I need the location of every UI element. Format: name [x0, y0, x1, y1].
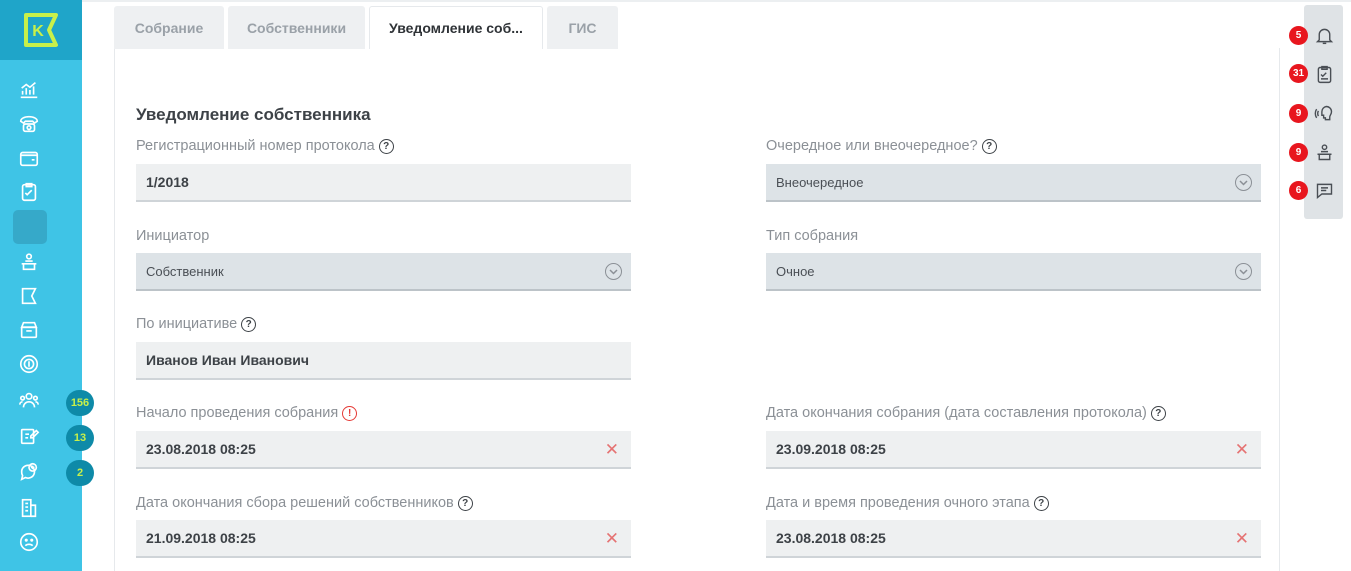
wallet-icon[interactable] — [17, 146, 41, 170]
chat-plus-icon[interactable] — [17, 460, 41, 484]
sidebar-badge-users: 156 — [66, 390, 94, 416]
initiator-select-value: Собственник — [146, 263, 224, 279]
end-label: Дата окончания собрания (дата составлени… — [766, 405, 1166, 421]
initiator-select[interactable]: Собственник — [136, 253, 631, 291]
clear-icon[interactable]: ✕ — [1235, 441, 1249, 458]
meeting-type-label: Тип собрания — [766, 228, 859, 244]
clipboard-check-icon[interactable] — [1313, 63, 1335, 85]
svg-text:K: K — [32, 23, 44, 40]
section-title: Уведомление собственника — [136, 105, 371, 124]
coin-icon[interactable] — [17, 352, 41, 376]
clear-icon[interactable]: ✕ — [605, 530, 619, 547]
archive-icon[interactable] — [17, 318, 41, 342]
help-icon[interactable]: ? — [1150, 405, 1166, 421]
help-icon[interactable]: ? — [1033, 495, 1049, 511]
bell-icon[interactable] — [1313, 24, 1335, 46]
regular-label: Очередное или внеочередное? ? — [766, 138, 997, 154]
error-icon[interactable]: ! — [342, 405, 358, 421]
end-date-input[interactable]: 23.09.2018 08:25 ✕ — [766, 431, 1261, 469]
clipboard-check-icon[interactable] — [17, 180, 41, 204]
edit-note-icon[interactable] — [17, 424, 41, 448]
sidebar-badge-edits: 13 — [66, 425, 94, 451]
logo-icon: K — [24, 13, 58, 47]
voice-assistant-icon[interactable] — [1313, 102, 1335, 124]
top-divider — [82, 0, 1351, 2]
flag-icon[interactable] — [17, 284, 41, 308]
clear-icon[interactable]: ✕ — [605, 441, 619, 458]
phone-icon[interactable] — [17, 112, 41, 136]
content-panel — [114, 48, 1280, 571]
end-date-value: 23.09.2018 08:25 — [776, 441, 886, 457]
reception-badge: 9 — [1289, 143, 1308, 162]
tasks-badge: 31 — [1289, 64, 1308, 83]
users-group-icon[interactable] — [17, 388, 41, 412]
collect-end-value: 21.09.2018 08:25 — [146, 530, 256, 546]
regular-select[interactable]: Внеочередное — [766, 164, 1261, 202]
reception-icon[interactable] — [1313, 141, 1335, 163]
chevron-down-icon — [1235, 263, 1252, 280]
logo[interactable]: K — [0, 0, 82, 60]
by-initiative-label: По инициативе ? — [136, 316, 257, 332]
tab-owner-notification[interactable]: Уведомление соб... — [369, 6, 543, 49]
tab-meeting[interactable]: Собрание — [114, 6, 224, 49]
initiator-label: Инициатор — [136, 228, 210, 244]
reg-number-input[interactable]: 1/2018 — [136, 164, 631, 202]
sidebar-item-active[interactable] — [13, 210, 47, 244]
chevron-down-icon — [605, 263, 622, 280]
collect-end-input[interactable]: 21.09.2018 08:25 ✕ — [136, 520, 631, 558]
collect-end-label: Дата окончания сбора решений собственник… — [136, 495, 473, 511]
in-person-input[interactable]: 23.08.2018 08:25 ✕ — [766, 520, 1261, 558]
meeting-type-select-value: Очное — [776, 263, 815, 279]
start-date-value: 23.08.2018 08:25 — [146, 441, 256, 457]
sidebar-badge-chats: 2 — [66, 460, 94, 486]
clear-icon[interactable]: ✕ — [1235, 530, 1249, 547]
analytics-icon[interactable] — [17, 78, 41, 102]
sad-face-icon[interactable] — [17, 530, 41, 554]
building-icon[interactable] — [17, 496, 41, 520]
start-label: Начало проведения собрания ! — [136, 405, 358, 421]
notification-badge: 5 — [1289, 26, 1308, 45]
chevron-down-icon — [1235, 174, 1252, 191]
chat-icon[interactable] — [1313, 179, 1335, 201]
tab-owners[interactable]: Собственники — [228, 6, 365, 49]
reg-number-label: Регистрационный номер протокола ? — [136, 138, 394, 154]
in-person-label: Дата и время проведения очного этапа ? — [766, 495, 1049, 511]
help-icon[interactable]: ? — [241, 316, 257, 332]
help-icon[interactable]: ? — [378, 138, 394, 154]
regular-select-value: Внеочередное — [776, 174, 864, 190]
by-initiative-input[interactable]: Иванов Иван Иванович — [136, 342, 631, 380]
sidebar: K 156 13 2 — [0, 0, 94, 571]
help-icon[interactable]: ? — [981, 138, 997, 154]
help-icon[interactable]: ? — [457, 495, 473, 511]
in-person-value: 23.08.2018 08:25 — [776, 530, 886, 546]
calls-badge: 9 — [1289, 104, 1308, 123]
start-date-input[interactable]: 23.08.2018 08:25 ✕ — [136, 431, 631, 469]
app-window: K 156 13 2 Собрание Собственники Уведомл… — [0, 0, 1351, 571]
meeting-type-select[interactable]: Очное — [766, 253, 1261, 291]
reception-icon[interactable] — [17, 250, 41, 274]
messages-badge: 6 — [1289, 181, 1308, 200]
tab-gis[interactable]: ГИС — [547, 6, 618, 49]
